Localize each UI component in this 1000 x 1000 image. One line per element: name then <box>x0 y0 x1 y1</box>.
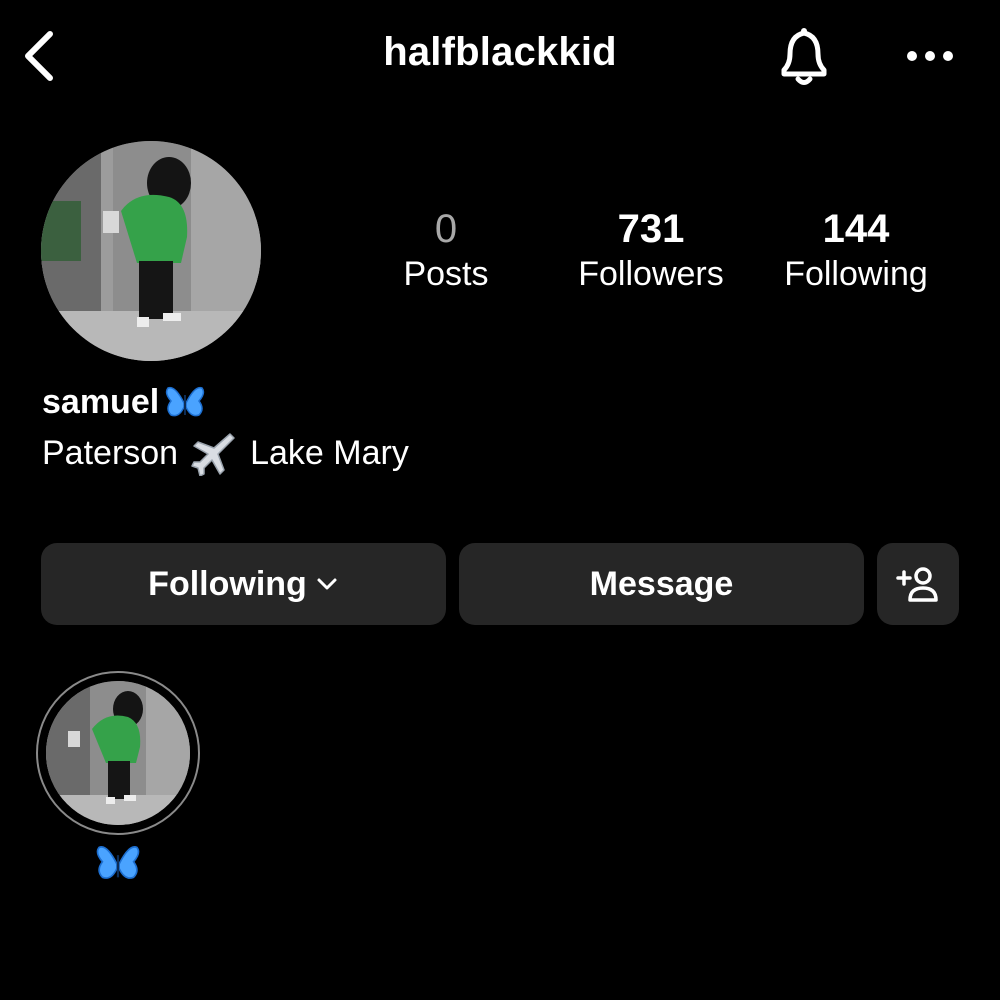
chevron-left-icon <box>25 31 53 81</box>
butterfly-icon <box>96 846 140 879</box>
posts-stat[interactable]: 0 Posts <box>356 206 536 296</box>
airplane-icon <box>191 433 235 476</box>
profile-username: halfblackkid <box>383 30 617 74</box>
back-button[interactable] <box>18 28 62 84</box>
bell-icon <box>781 28 827 85</box>
message-button[interactable]: Message <box>459 543 864 625</box>
following-label: Following <box>784 255 928 293</box>
highlight-label[interactable] <box>94 844 142 884</box>
bio-origin: Paterson <box>42 433 179 472</box>
message-button-label: Message <box>589 564 734 603</box>
notifications-button[interactable] <box>772 24 836 90</box>
following-count: 144 <box>822 207 890 251</box>
more-options-button[interactable] <box>902 36 958 76</box>
story-highlight[interactable] <box>36 671 200 835</box>
bio-text: Paterson Lake Mary <box>42 430 409 476</box>
display-name-row: samuel <box>42 383 205 422</box>
posts-count: 0 <box>434 207 458 251</box>
chevron-down-icon <box>317 578 337 590</box>
followers-stat[interactable]: 731 Followers <box>561 206 741 296</box>
following-button[interactable]: Following <box>41 543 446 625</box>
posts-label: Posts <box>403 255 489 293</box>
more-horizontal-icon <box>907 51 953 61</box>
highlight-photo <box>46 681 190 825</box>
display-name: samuel <box>42 383 160 421</box>
highlight-cover <box>46 681 190 825</box>
following-button-label: Following <box>148 564 307 603</box>
suggested-users-button[interactable] <box>877 543 959 625</box>
butterfly-icon <box>165 386 205 416</box>
bio-destination: Lake Mary <box>250 433 409 472</box>
profile-photo <box>41 141 261 361</box>
profile-avatar[interactable] <box>41 141 261 361</box>
followers-count: 731 <box>617 207 685 251</box>
add-user-icon <box>896 567 938 602</box>
following-stat[interactable]: 144 Following <box>766 206 946 296</box>
followers-label: Followers <box>578 255 724 293</box>
